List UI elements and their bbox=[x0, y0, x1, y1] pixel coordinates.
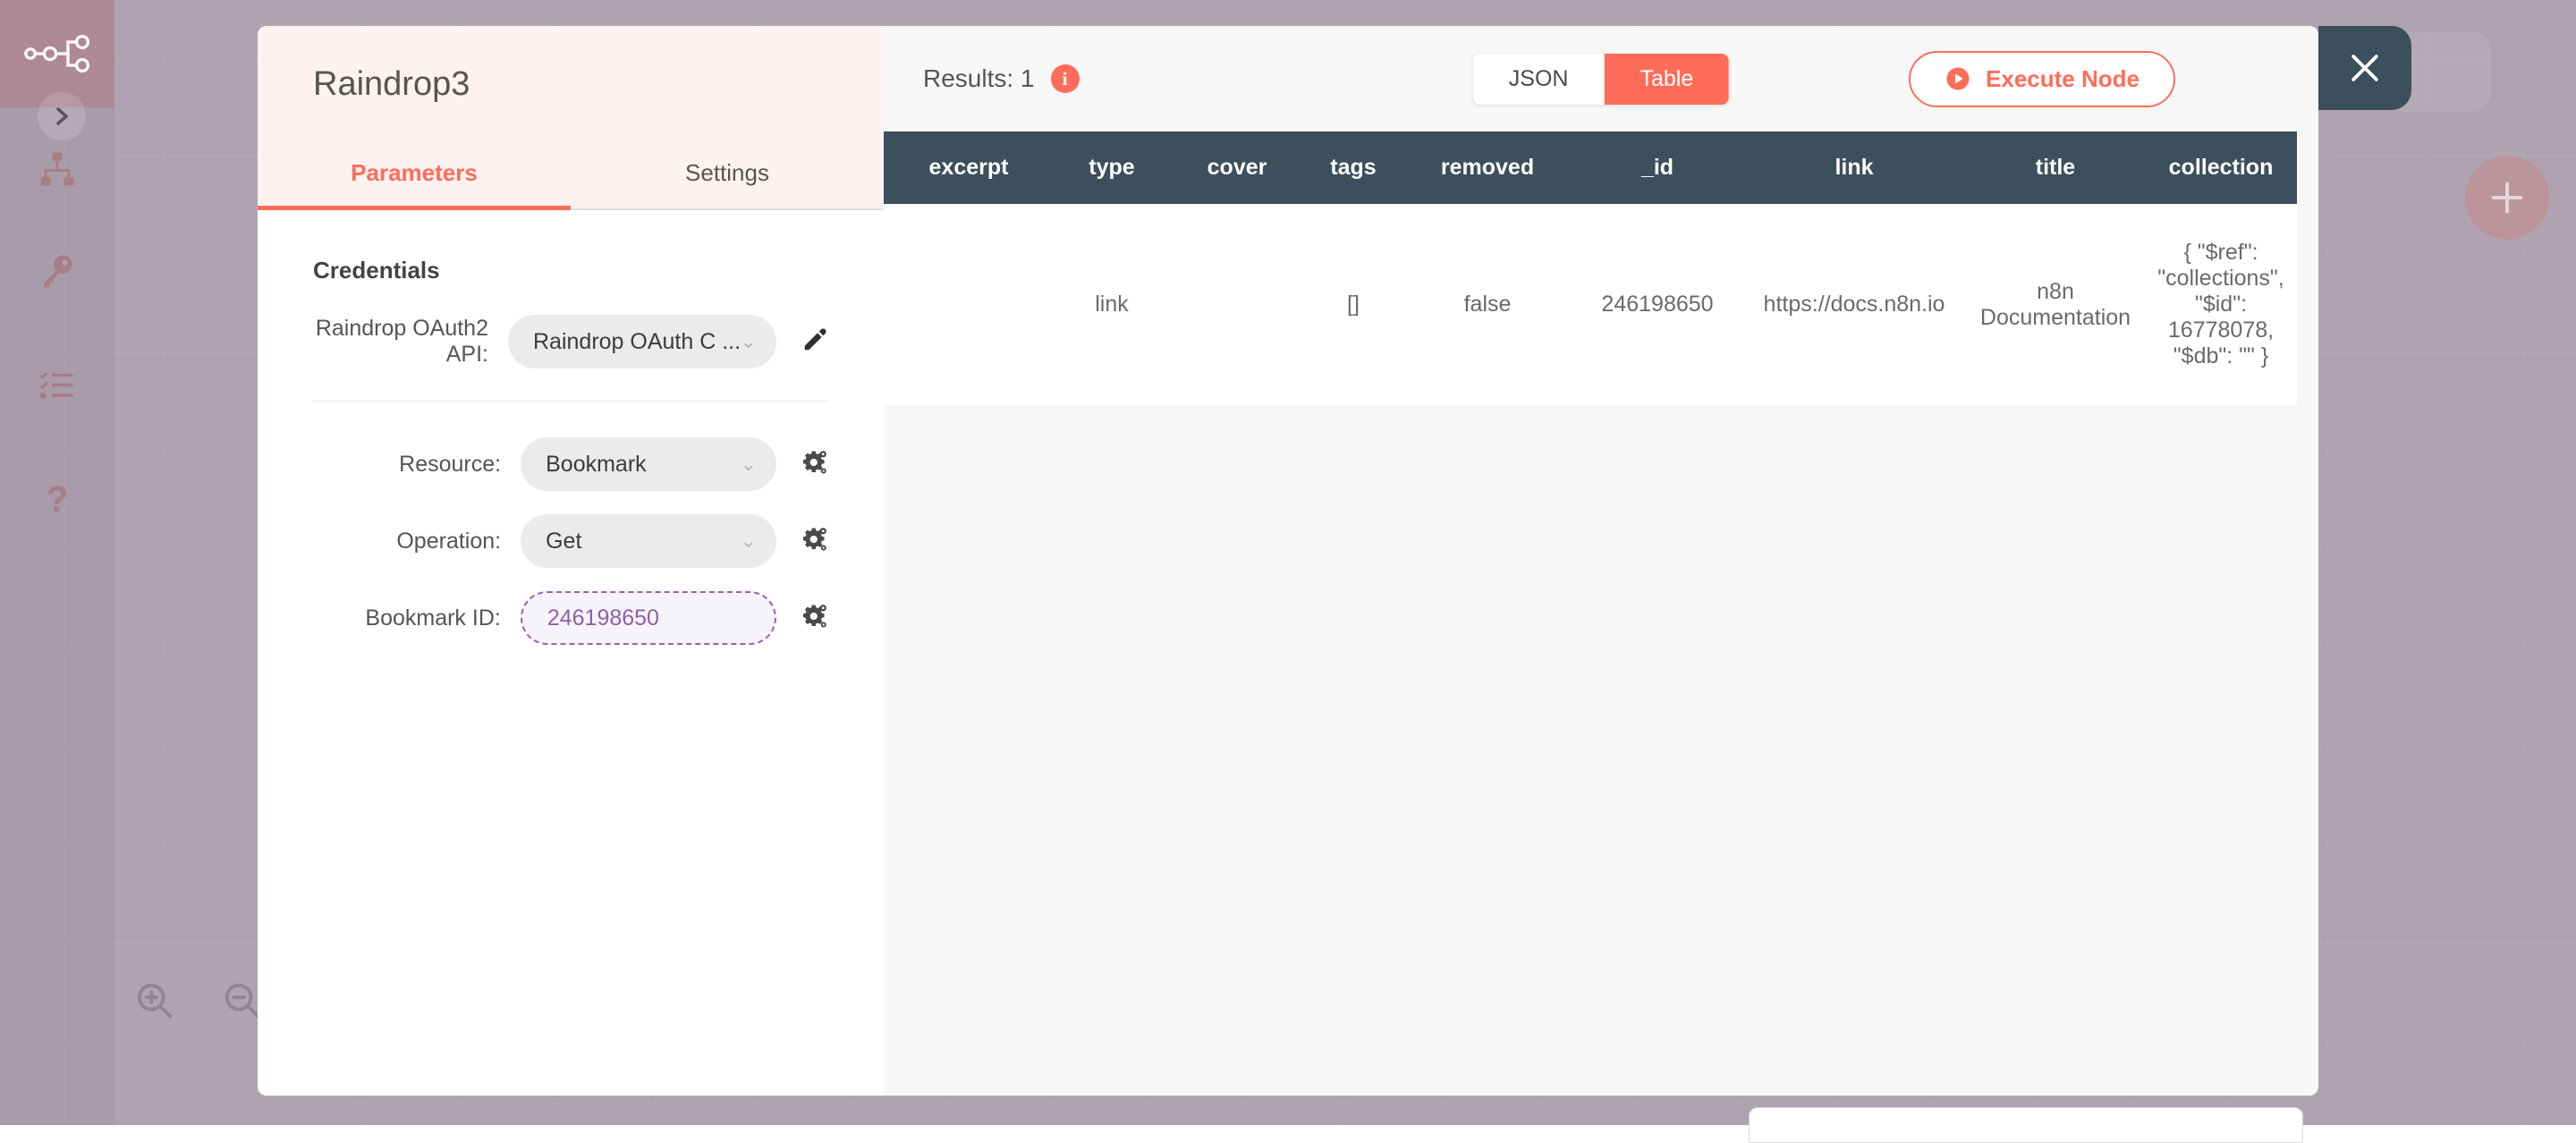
parameters-pane: Raindrop3 Parameters Settings Credential… bbox=[258, 26, 884, 1096]
main-sidebar: ? bbox=[0, 0, 114, 1125]
column-header-collection[interactable]: collection bbox=[2145, 131, 2297, 204]
chevron-down-icon: ⌄ bbox=[741, 332, 757, 351]
cell-title: n8n Documentation bbox=[1966, 204, 2145, 405]
node-title: Raindrop3 bbox=[258, 65, 884, 143]
resource-select-value: Bookmark bbox=[546, 452, 740, 478]
column-header-cover[interactable]: cover bbox=[1170, 131, 1304, 204]
bookmark-id-options-button[interactable] bbox=[801, 603, 828, 634]
operation-select[interactable]: Get ⌄ bbox=[521, 514, 776, 568]
close-ndv-button[interactable] bbox=[2318, 26, 2411, 110]
results-table-head: excerpt type cover tags removed _id link… bbox=[884, 131, 2297, 204]
results-table-body: link [] false 246198650 https://docs.n8n… bbox=[884, 204, 2297, 405]
sidebar-item-help[interactable]: ? bbox=[0, 467, 114, 533]
table-header-row: excerpt type cover tags removed _id link… bbox=[884, 131, 2297, 204]
parameter-row-operation: Operation: Get ⌄ bbox=[293, 514, 828, 568]
credential-select-value: Raindrop OAuth C ... bbox=[533, 329, 741, 355]
parameters-header: Raindrop3 Parameters Settings bbox=[258, 26, 884, 210]
play-icon bbox=[1945, 65, 1971, 92]
results-pane: Results: 1 i JSON Table Execute Node bbox=[884, 26, 2318, 1096]
zoom-in-button[interactable] bbox=[134, 980, 175, 1021]
sidebar-item-logo[interactable] bbox=[0, 0, 114, 107]
n8n-logo-icon bbox=[23, 34, 91, 73]
svg-text:?: ? bbox=[47, 480, 69, 520]
checklist-icon bbox=[38, 367, 77, 406]
chevron-down-icon: ⌄ bbox=[741, 454, 757, 474]
cell-type: link bbox=[1054, 204, 1170, 405]
view-mode-toggle: JSON Table bbox=[1473, 54, 1729, 105]
zoom-in-icon bbox=[134, 980, 175, 1021]
sidebar-item-executions[interactable] bbox=[0, 353, 114, 419]
question-mark-icon: ? bbox=[38, 480, 77, 520]
cell-id: 246198650 bbox=[1572, 204, 1742, 405]
chevron-right-icon bbox=[51, 106, 72, 127]
sidebar-item-workflows[interactable] bbox=[0, 136, 114, 202]
parameter-row-bookmark-id: Bookmark ID: 246198650 bbox=[293, 591, 828, 645]
cell-excerpt bbox=[884, 204, 1054, 405]
sidebar-item-credentials[interactable] bbox=[0, 237, 114, 303]
column-header-title[interactable]: title bbox=[1966, 131, 2145, 204]
section-divider bbox=[313, 401, 828, 402]
execute-node-label: Execute Node bbox=[1986, 65, 2140, 93]
credential-select[interactable]: Raindrop OAuth C ... ⌄ bbox=[508, 315, 776, 368]
bottom-log-panel[interactable] bbox=[1749, 1107, 2303, 1143]
view-mode-table[interactable]: Table bbox=[1604, 54, 1729, 105]
gear-icon bbox=[801, 449, 828, 476]
ndv-tabs: Parameters Settings bbox=[258, 143, 884, 210]
chevron-down-icon: ⌄ bbox=[741, 531, 757, 551]
column-header-link[interactable]: link bbox=[1742, 131, 1966, 204]
parameter-row-resource: Resource: Bookmark ⌄ bbox=[293, 437, 828, 491]
cell-removed: false bbox=[1402, 204, 1572, 405]
results-table: excerpt type cover tags removed _id link… bbox=[884, 131, 2297, 405]
tab-parameters[interactable]: Parameters bbox=[258, 143, 571, 208]
operation-select-value: Get bbox=[546, 529, 740, 555]
resource-label: Resource: bbox=[293, 452, 521, 478]
pencil-icon bbox=[801, 326, 828, 353]
resource-options-button[interactable] bbox=[801, 449, 828, 480]
key-icon bbox=[38, 250, 77, 290]
canvas-zoom-controls bbox=[134, 980, 263, 1021]
cell-collection: { "$ref": "collections", "$id": 16778078… bbox=[2145, 204, 2297, 405]
execute-node-button[interactable]: Execute Node bbox=[1909, 51, 2175, 107]
plus-icon bbox=[2487, 177, 2528, 218]
workflow-canvas[interactable]: ? bbox=[0, 0, 2576, 1125]
operation-label: Operation: bbox=[293, 529, 521, 555]
sitemap-icon bbox=[38, 149, 77, 189]
close-icon bbox=[2345, 48, 2385, 88]
cell-cover bbox=[1170, 204, 1304, 405]
table-row[interactable]: link [] false 246198650 https://docs.n8n… bbox=[884, 204, 2297, 405]
column-header-type[interactable]: type bbox=[1054, 131, 1170, 204]
operation-options-button[interactable] bbox=[801, 526, 828, 557]
bookmark-id-input[interactable]: 246198650 bbox=[521, 591, 776, 645]
column-header-id[interactable]: _id bbox=[1572, 131, 1742, 204]
bookmark-id-label: Bookmark ID: bbox=[293, 605, 521, 631]
edit-credential-button[interactable] bbox=[801, 326, 828, 358]
cell-tags: [] bbox=[1304, 204, 1402, 405]
cell-link: https://docs.n8n.io bbox=[1742, 204, 1966, 405]
results-toolbar: Results: 1 i JSON Table Execute Node bbox=[884, 26, 2318, 131]
credential-label: Raindrop OAuth2 API: bbox=[293, 316, 508, 368]
credential-row: Raindrop OAuth2 API: Raindrop OAuth C ..… bbox=[293, 315, 828, 368]
node-detail-view: Raindrop3 Parameters Settings Credential… bbox=[258, 26, 2318, 1096]
parameters-body: Credentials Raindrop OAuth2 API: Raindro… bbox=[258, 210, 884, 1096]
view-mode-json[interactable]: JSON bbox=[1473, 54, 1605, 105]
bookmark-id-value: 246198650 bbox=[547, 605, 659, 631]
results-count: Results: 1 bbox=[923, 64, 1035, 93]
info-icon[interactable]: i bbox=[1051, 64, 1080, 93]
results-table-container[interactable]: excerpt type cover tags removed _id link… bbox=[884, 131, 2297, 405]
column-header-removed[interactable]: removed bbox=[1402, 131, 1572, 204]
tab-settings[interactable]: Settings bbox=[571, 143, 884, 208]
credentials-heading: Credentials bbox=[313, 257, 828, 284]
column-header-excerpt[interactable]: excerpt bbox=[884, 131, 1054, 204]
gear-icon bbox=[801, 603, 828, 630]
add-node-button[interactable] bbox=[2465, 156, 2549, 240]
column-header-tags[interactable]: tags bbox=[1304, 131, 1402, 204]
sidebar-expand-button[interactable] bbox=[38, 92, 86, 140]
resource-select[interactable]: Bookmark ⌄ bbox=[521, 437, 776, 491]
gear-icon bbox=[801, 526, 828, 553]
